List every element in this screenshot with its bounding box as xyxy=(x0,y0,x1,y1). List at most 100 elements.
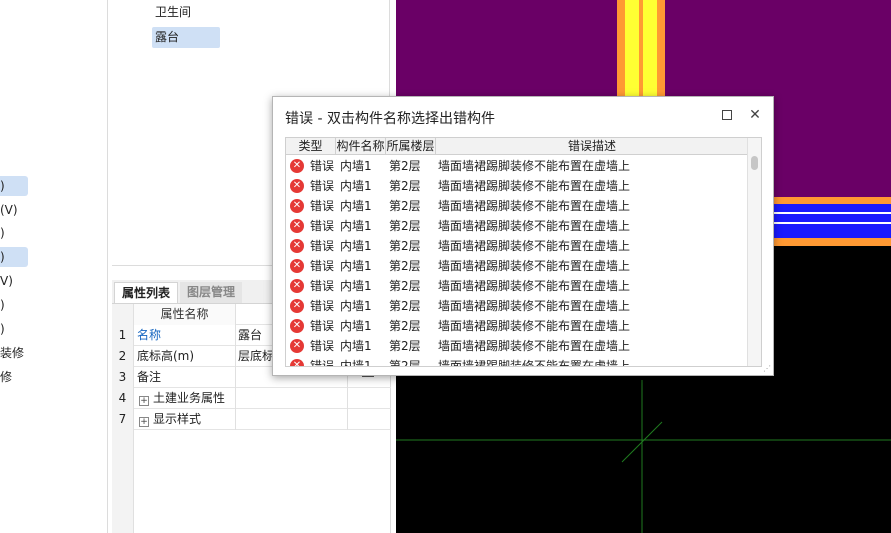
band-white-line xyxy=(773,222,891,224)
error-row[interactable]: ✕ 错误 内墙1 第2层 墙面墙裙踢脚装修不能布置在虚墙上 xyxy=(286,256,748,276)
row-number: 2 xyxy=(112,346,134,367)
error-row[interactable]: ✕ 错误 内墙1 第2层 墙面墙裙踢脚装修不能布置在虚墙上 xyxy=(286,316,748,336)
expand-plus-icon[interactable]: + xyxy=(139,396,149,406)
error-floor: 第2层 xyxy=(389,359,421,367)
tree-item-label: 卫生间 xyxy=(155,5,192,19)
left-tree-item[interactable]: (V) xyxy=(0,200,18,220)
error-type: 错误 xyxy=(310,239,335,253)
error-circle-icon: ✕ xyxy=(290,279,304,293)
tab-layer-management[interactable]: 图层管理 xyxy=(180,282,243,303)
property-group: + 土建业务属性 xyxy=(134,388,236,409)
tree-item-bathroom[interactable]: 卫生间 xyxy=(152,2,194,23)
error-description: 墙面墙裙踢脚装修不能布置在虚墙上 xyxy=(438,359,631,367)
error-component-name[interactable]: 内墙1 xyxy=(340,236,372,256)
error-type: 错误 xyxy=(310,199,335,213)
property-name: 土建业务属性 xyxy=(153,391,226,405)
error-row[interactable]: ✕ 错误 内墙1 第2层 墙面墙裙踢脚装修不能布置在虚墙上 xyxy=(286,176,748,196)
error-circle-icon: ✕ xyxy=(290,299,304,313)
error-row[interactable]: ✕ 错误 内墙1 第2层 墙面墙裙踢脚装修不能布置在虚墙上 xyxy=(286,236,748,256)
error-component-name[interactable]: 内墙1 xyxy=(340,256,372,276)
left-tree-item[interactable]: ) xyxy=(0,319,5,339)
property-row[interactable]: 4 + 土建业务属性 xyxy=(112,388,391,409)
error-row[interactable]: ✕ 错误 内墙1 第2层 墙面墙裙踢脚装修不能布置在虚墙上 xyxy=(286,336,748,356)
tree-item-terrace[interactable]: 露台 xyxy=(152,27,220,48)
error-component-name[interactable]: 内墙1 xyxy=(340,156,372,176)
error-circle-icon: ✕ xyxy=(290,339,304,353)
error-description: 墙面墙裙踢脚装修不能布置在虚墙上 xyxy=(438,279,631,293)
left-tree-item[interactable]: 装修 xyxy=(0,343,24,363)
left-tree-item[interactable]: ) xyxy=(0,176,28,196)
left-tree-item-label: ) xyxy=(0,298,5,312)
left-tree-panel: ) (V) ) ) V) ) ) 装修 修 xyxy=(0,0,108,533)
vertical-scrollbar[interactable] xyxy=(747,138,761,366)
error-floor: 第2层 xyxy=(389,299,421,313)
tab-property-list[interactable]: 属性列表 xyxy=(114,282,179,303)
error-description: 墙面墙裙踢脚装修不能布置在虚墙上 xyxy=(438,319,631,333)
error-component-name[interactable]: 内墙1 xyxy=(340,196,372,216)
left-tree-item-label: V) xyxy=(0,274,13,288)
close-icon[interactable]: ✕ xyxy=(747,107,763,123)
error-table-header: 类型 构件名称 所属楼层 错误描述 xyxy=(286,138,748,155)
error-description: 墙面墙裙踢脚装修不能布置在虚墙上 xyxy=(438,339,631,353)
property-name-header: 属性名称 xyxy=(134,304,236,325)
resize-grip-icon[interactable]: ⋰ xyxy=(763,365,771,373)
error-type: 错误 xyxy=(310,179,335,193)
column-header-component[interactable]: 构件名称 xyxy=(336,138,386,155)
error-floor: 第2层 xyxy=(389,319,421,333)
error-floor: 第2层 xyxy=(389,219,421,233)
expand-plus-icon[interactable]: + xyxy=(139,417,149,427)
error-circle-icon: ✕ xyxy=(290,159,304,173)
row-number: 1 xyxy=(112,325,134,346)
wall-orange-core xyxy=(639,0,643,103)
error-floor: 第2层 xyxy=(389,159,421,173)
error-circle-icon: ✕ xyxy=(290,359,304,366)
error-component-name[interactable]: 内墙1 xyxy=(340,316,372,336)
error-type: 错误 xyxy=(310,259,335,273)
error-component-name[interactable]: 内墙1 xyxy=(340,336,372,356)
left-tree-item[interactable]: ) xyxy=(0,223,5,243)
error-type: 错误 xyxy=(310,339,335,353)
error-row[interactable]: ✕ 错误 内墙1 第2层 墙面墙裙踢脚装修不能布置在虚墙上 xyxy=(286,356,748,367)
band-white-line xyxy=(773,212,891,214)
error-row[interactable]: ✕ 错误 内墙1 第2层 墙面墙裙踢脚装修不能布置在虚墙上 xyxy=(286,276,748,296)
row-number-header xyxy=(112,304,134,325)
left-tree-item[interactable]: V) xyxy=(0,271,13,291)
property-group: + 显示样式 xyxy=(134,409,236,430)
scrollbar-thumb[interactable] xyxy=(751,156,758,170)
error-component-name[interactable]: 内墙1 xyxy=(340,216,372,236)
error-component-name[interactable]: 内墙1 xyxy=(340,276,372,296)
left-tree-item-label: ) xyxy=(0,250,5,264)
left-tree-item[interactable]: ) xyxy=(0,247,28,267)
error-type: 错误 xyxy=(310,159,335,173)
left-tree-item-label: 装修 xyxy=(0,346,25,360)
left-tree-item-label: ) xyxy=(0,179,5,193)
error-floor: 第2层 xyxy=(389,239,421,253)
row-number-gutter xyxy=(112,430,134,533)
error-circle-icon: ✕ xyxy=(290,199,304,213)
column-header-description[interactable]: 错误描述 xyxy=(436,138,748,155)
column-header-type[interactable]: 类型 xyxy=(286,138,336,155)
error-floor: 第2层 xyxy=(389,259,421,273)
column-header-floor[interactable]: 所属楼层 xyxy=(386,138,436,155)
error-row[interactable]: ✕ 错误 内墙1 第2层 墙面墙裙踢脚装修不能布置在虚墙上 xyxy=(286,156,748,176)
maximize-icon[interactable] xyxy=(719,107,735,123)
error-component-name[interactable]: 内墙1 xyxy=(340,176,372,196)
property-row[interactable]: 7 + 显示样式 xyxy=(112,409,391,430)
left-tree-item-label: ) xyxy=(0,226,5,240)
error-component-name[interactable]: 内墙1 xyxy=(340,356,372,366)
error-circle-icon: ✕ xyxy=(290,319,304,333)
error-row[interactable]: ✕ 错误 内墙1 第2层 墙面墙裙踢脚装修不能布置在虚墙上 xyxy=(286,196,748,216)
error-description: 墙面墙裙踢脚装修不能布置在虚墙上 xyxy=(438,219,631,233)
left-tree-item[interactable]: 修 xyxy=(0,367,12,387)
error-row[interactable]: ✕ 错误 内墙1 第2层 墙面墙裙踢脚装修不能布置在虚墙上 xyxy=(286,216,748,236)
error-circle-icon: ✕ xyxy=(290,219,304,233)
property-value xyxy=(236,409,348,430)
error-type: 错误 xyxy=(310,279,335,293)
error-row[interactable]: ✕ 错误 内墙1 第2层 墙面墙裙踢脚装修不能布置在虚墙上 xyxy=(286,296,748,316)
error-component-name[interactable]: 内墙1 xyxy=(340,296,372,316)
error-type: 错误 xyxy=(310,219,335,233)
property-extra xyxy=(348,388,391,409)
error-description: 墙面墙裙踢脚装修不能布置在虚墙上 xyxy=(438,299,631,313)
error-description: 墙面墙裙踢脚装修不能布置在虚墙上 xyxy=(438,159,631,173)
left-tree-item[interactable]: ) xyxy=(0,295,5,315)
